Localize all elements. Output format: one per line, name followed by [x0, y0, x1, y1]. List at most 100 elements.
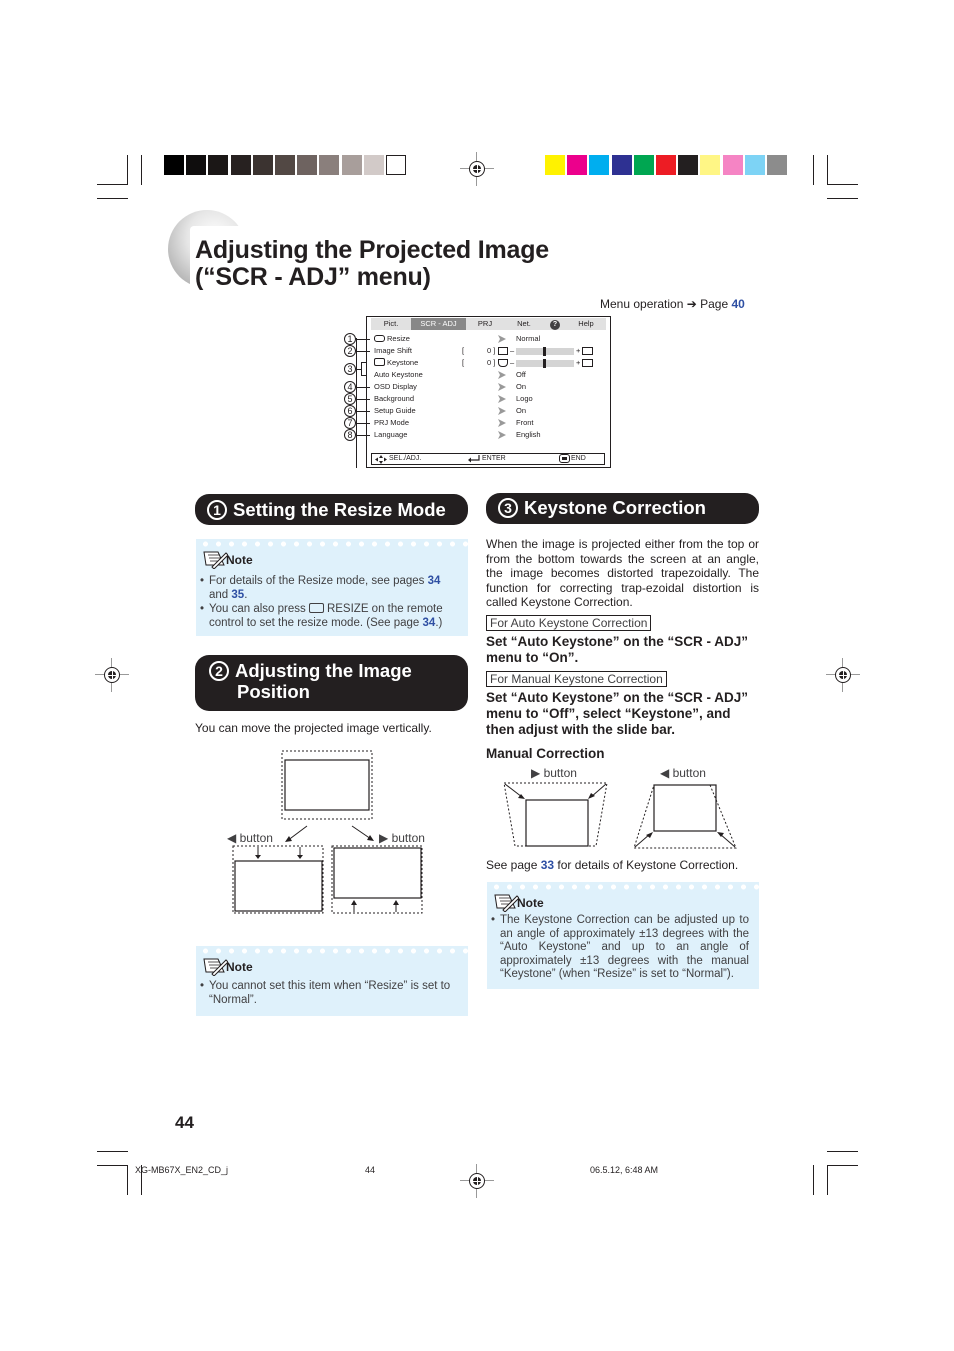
submenu-arrow-icon — [498, 395, 506, 403]
page-link[interactable]: 34 — [423, 617, 436, 629]
color-swatch — [722, 155, 743, 175]
osd-menu-row[interactable]: Background Logo — [374, 393, 606, 405]
registration-mark-icon — [460, 152, 494, 186]
section1-note: Note For details of the Resize mode, see… — [196, 539, 468, 636]
up-arrow-icon — [393, 900, 399, 905]
crop-mark — [827, 1165, 828, 1195]
page-link[interactable]: 33 — [541, 858, 554, 872]
note-label: Note — [517, 896, 544, 910]
footer-timestamp: 06.5.12, 6:48 AM — [590, 1165, 659, 1175]
osd-tab-pict[interactable]: Pict. — [371, 318, 411, 330]
crop-mark — [97, 198, 128, 199]
osd-menu-row[interactable]: Resize Normal — [374, 333, 606, 345]
down-arrow-icon — [255, 855, 261, 859]
note-item: The Keystone Correction can be adjusted … — [491, 914, 749, 982]
submenu-arrow-icon — [498, 335, 506, 343]
section3-note: Note The Keystone Correction can be adju… — [487, 882, 759, 989]
osd-menu-row[interactable]: Language English — [374, 429, 606, 441]
bracket: [ — [462, 358, 465, 367]
screen-frame-right — [331, 845, 423, 914]
osd-menu-row[interactable]: Image Shift [0 ] – + — [374, 345, 606, 357]
slider-value: 0 ] — [487, 346, 496, 355]
osd-row-value: Off — [516, 370, 526, 379]
osd-row-value: On — [516, 382, 527, 391]
keystone-bottom-icon — [498, 359, 508, 367]
image-shifted-up — [333, 847, 422, 899]
keystone-left-button-label: ◀ button — [660, 766, 706, 780]
trapezoid-bottom-wide — [633, 784, 737, 849]
osd-footer-end: END — [571, 455, 586, 462]
crop-mark — [141, 155, 142, 185]
menu-operation-page-link[interactable]: 40 — [731, 297, 744, 311]
plus-sign: + — [576, 358, 581, 367]
osd-tab-net[interactable]: Net. — [504, 318, 544, 330]
callout-number-3: 3 — [344, 363, 356, 375]
osd-menu-row[interactable]: OSD Display On — [374, 381, 606, 393]
resize-button-icon — [308, 603, 324, 613]
osd-menu-screen: Pict. SCR - ADJ PRJ Net.? Help Resize Normal I… — [366, 316, 611, 468]
note-dotted-edge — [487, 882, 759, 892]
grayscale-swatch — [252, 155, 273, 175]
osd-row-label: Background — [374, 394, 415, 403]
osd-menu-row[interactable]: Auto Keystone Off — [374, 369, 606, 381]
section2-title-line2: Position — [237, 681, 310, 702]
help-icon[interactable]: ? — [544, 318, 566, 330]
registration-mark-icon — [826, 658, 860, 692]
section3-title: Keystone Correction — [524, 497, 706, 518]
callout-number-4: 4 — [344, 381, 356, 393]
grayscale-swatch — [275, 155, 295, 175]
osd-row-label: PRJ Mode — [374, 418, 410, 427]
callout-number-8: 8 — [344, 429, 356, 441]
crop-mark — [97, 1165, 128, 1166]
menu-button-icon — [559, 454, 570, 463]
color-swatch — [656, 155, 676, 175]
page-title-line2: (“SCR - ADJ” menu) — [195, 263, 431, 291]
left-button-label: ◀ button — [227, 831, 273, 845]
osd-row-label: Keystone — [374, 357, 418, 369]
grayscale-swatch — [341, 155, 362, 175]
callout-number-7: 7 — [344, 417, 356, 429]
grayscale-swatch — [297, 155, 318, 175]
color-swatch — [700, 155, 721, 175]
osd-menu-row[interactable]: Setup Guide On — [374, 405, 606, 417]
section3-intro: When the image is projected either from … — [486, 537, 759, 609]
page-link[interactable]: 35 — [231, 589, 244, 601]
osd-menu-row[interactable]: Keystone [0 ] – + — [374, 357, 606, 369]
slider-track[interactable] — [516, 359, 574, 368]
osd-tab-scr-adj[interactable]: SCR - ADJ — [411, 318, 466, 330]
color-swatch — [678, 155, 699, 175]
osd-tab-help[interactable]: Help — [566, 318, 606, 330]
page-number: 44 — [175, 1113, 194, 1132]
crop-mark — [827, 155, 828, 185]
see-page-ref: See page 33 for details of Keystone Corr… — [486, 858, 739, 872]
slider-thumb[interactable] — [543, 347, 546, 356]
callout-number-5: 5 — [344, 393, 356, 405]
screen-frame-center — [281, 750, 373, 820]
submenu-arrow-icon — [498, 371, 506, 379]
enter-icon — [468, 455, 480, 467]
osd-menu-tabs: Pict. SCR - ADJ PRJ Net.? Help — [371, 318, 606, 330]
page-link[interactable]: 34 — [428, 575, 441, 587]
grayscale-swatch — [208, 155, 229, 175]
osd-footer-enter: ENTER — [482, 455, 506, 462]
callout-leader-line — [356, 399, 370, 400]
slider-thumb[interactable] — [543, 359, 546, 368]
keystone-right-button-label: ▶ button — [531, 766, 577, 780]
crop-mark — [97, 1151, 128, 1152]
corrected-image-2 — [653, 784, 717, 832]
manual-keystone-instruction: Set “Auto Keystone” on the “SCR - ADJ” m… — [486, 690, 749, 737]
screen-frame-left — [232, 845, 324, 914]
callout-leader-line — [356, 435, 370, 436]
osd-row-label: OSD Display — [374, 382, 417, 391]
callout-number-1: 1 — [344, 333, 356, 345]
section2-number: 2 — [209, 661, 229, 681]
osd-row-value: Normal — [516, 334, 541, 343]
osd-tab-prj[interactable]: PRJ — [466, 318, 504, 330]
slider-track[interactable] — [516, 347, 574, 356]
keystone-icon — [374, 358, 385, 366]
resize-icon — [374, 335, 385, 342]
osd-row-label: Auto Keystone — [374, 370, 423, 379]
callout-number-6: 6 — [344, 405, 356, 417]
osd-menu-row[interactable]: PRJ Mode Front — [374, 417, 606, 429]
callout-leader-line — [356, 351, 370, 352]
